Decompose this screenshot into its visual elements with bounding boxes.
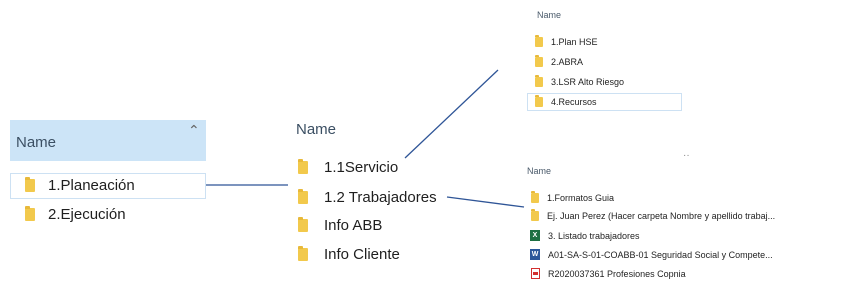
word-file-icon: W xyxy=(530,249,540,260)
list-item[interactable]: 4.Recursos xyxy=(535,95,597,107)
list-item[interactable]: R2020037361 Profesiones Copnia xyxy=(531,268,686,279)
list-item-label: 4.Recursos xyxy=(551,97,597,107)
list-item-label: 1.Formatos Guia xyxy=(547,193,615,203)
folder-icon xyxy=(535,35,543,47)
list-item[interactable]: Info ABB xyxy=(298,217,382,234)
folder-icon xyxy=(535,55,543,67)
list-item[interactable]: X 3. Listado trabajadores xyxy=(530,230,640,241)
list-item-label: 2.ABRA xyxy=(551,57,584,67)
folder-icon xyxy=(531,191,539,203)
list-item[interactable]: 1.1Servicio xyxy=(298,159,398,176)
list-item[interactable]: W A01-SA-S-01-COABB-01 Seguridad Social … xyxy=(530,249,773,260)
folder-icon xyxy=(298,217,308,232)
list-item[interactable]: 1.Plan HSE xyxy=(535,35,598,47)
list-item-label: 1.Plan HSE xyxy=(551,37,598,47)
list-item[interactable]: Ej. Juan Perez (Hacer carpeta Nombre y a… xyxy=(531,209,776,221)
folder-icon xyxy=(531,209,539,221)
panel2-column-header[interactable]: Name xyxy=(296,121,336,138)
list-item[interactable]: 2.ABRA xyxy=(535,55,584,67)
folder-icon xyxy=(298,159,308,174)
folder-icon xyxy=(535,75,543,87)
list-item[interactable]: 3.LSR Alto Riesgo xyxy=(535,75,625,87)
list-item-label: Ej. Juan Perez (Hacer carpeta Nombre y a… xyxy=(547,211,776,221)
folder-icon xyxy=(535,95,543,107)
ellipsis-icon: ·· xyxy=(683,150,690,161)
panel4-column-header[interactable]: Name xyxy=(527,166,551,176)
pdf-file-icon xyxy=(531,268,540,279)
list-item[interactable]: Info Cliente xyxy=(298,246,400,263)
list-item[interactable]: 1.Formatos Guia xyxy=(531,191,615,203)
panel1-header-label: Name xyxy=(16,134,57,151)
list-item-label: Info Cliente xyxy=(324,246,400,263)
list-item-label: Info ABB xyxy=(324,217,383,234)
list-item-label: 1.Planeación xyxy=(48,177,135,194)
list-item-label: 2.Ejecución xyxy=(48,206,126,223)
connector-servicio-to-top-panel xyxy=(404,69,499,159)
list-item[interactable]: 1.2 Trabajadores xyxy=(298,189,437,206)
panel3-column-header[interactable]: Name xyxy=(537,10,561,20)
list-item-label: R2020037361 Profesiones Copnia xyxy=(548,268,686,279)
list-item[interactable]: 2.Ejecución xyxy=(10,206,126,223)
folder-icon xyxy=(298,189,308,204)
chevron-up-icon[interactable]: ⌃ xyxy=(188,122,200,139)
connector-trabajadores-to-bottom-panel xyxy=(446,196,525,208)
folder-icon xyxy=(25,177,35,192)
list-item-label: 1.1Servicio xyxy=(324,159,399,176)
panel1-column-header[interactable]: Name ⌃ xyxy=(10,120,206,161)
list-item-label: 1.2 Trabajadores xyxy=(324,189,437,206)
list-item-label: 3. Listado trabajadores xyxy=(548,230,640,241)
folder-icon xyxy=(298,246,308,261)
list-item-label: 3.LSR Alto Riesgo xyxy=(551,77,625,87)
list-item-label: A01-SA-S-01-COABB-01 Seguridad Social y … xyxy=(548,249,773,260)
folder-icon xyxy=(25,206,35,221)
excel-file-icon: X xyxy=(530,230,540,241)
list-item[interactable]: 1.Planeación xyxy=(10,177,135,194)
